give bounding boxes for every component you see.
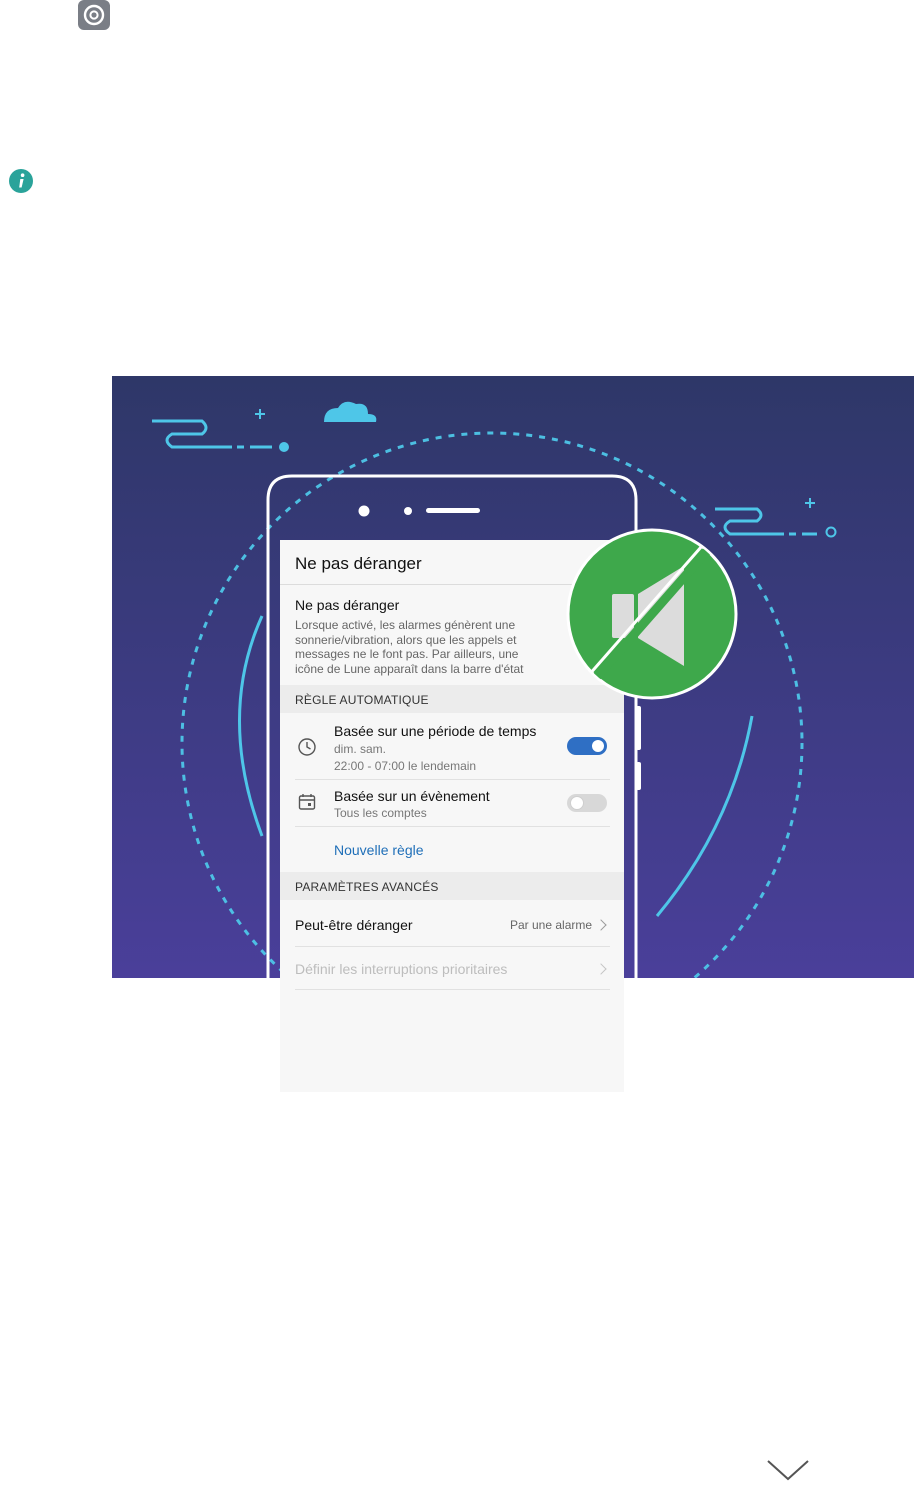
row-separator: [295, 779, 610, 780]
rule-subtitle: dim. sam.: [334, 742, 387, 756]
section-advanced-header: PARAMÈTRES AVANCÉS: [295, 880, 439, 894]
toggle-event-rule-off[interactable]: [567, 794, 607, 812]
toggle-knob: [570, 796, 584, 810]
info-icon: [9, 169, 33, 193]
screen-title: Ne pas déranger: [295, 554, 422, 573]
rule-title: Basée sur une période de temps: [334, 723, 537, 739]
dnd-description: Lorsque activé, les alarmes génèrent une…: [295, 618, 524, 676]
chevron-down-icon[interactable]: [766, 1458, 810, 1482]
maybe-disturb-label: Peut-être déranger: [295, 917, 413, 933]
clock-icon: [298, 738, 316, 756]
speaker-muted-icon: [566, 528, 738, 700]
toggle-knob: [592, 740, 604, 752]
priority-interruptions-label: Définir les interruptions prioritaires: [295, 961, 508, 977]
rule-subtitle: Tous les comptes: [334, 806, 427, 820]
row-separator: [295, 989, 610, 990]
row-separator: [295, 946, 610, 947]
dnd-toggle-label[interactable]: Ne pas déranger: [295, 597, 399, 613]
new-rule-link[interactable]: Nouvelle règle: [334, 842, 424, 858]
toggle-time-rule-on[interactable]: [567, 737, 607, 755]
row-separator: [295, 826, 610, 827]
section-auto-rule-header: RÈGLE AUTOMATIQUE: [295, 693, 429, 707]
calendar-icon: [298, 794, 316, 810]
settings-icon: [78, 0, 110, 30]
maybe-disturb-value: Par une alarme: [510, 918, 593, 932]
section-advanced: PARAMÈTRES AVANCÉS: [280, 872, 624, 900]
chevron-right-icon: [595, 919, 607, 931]
rule-subtitle: 22:00 - 07:00 le lendemain: [334, 759, 477, 773]
rule-title: Basée sur un évènement: [334, 788, 490, 804]
chevron-right-icon: [595, 963, 607, 975]
